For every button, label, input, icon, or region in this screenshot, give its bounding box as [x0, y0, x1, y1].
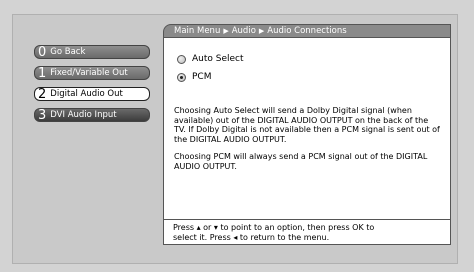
- option-label: PCM: [192, 72, 212, 82]
- option-pcm[interactable]: PCM: [177, 70, 211, 84]
- description-paragraph: Choosing Auto Select will send a Dolby D…: [174, 106, 440, 144]
- menu-item-fixed-variable-out[interactable]: 1 Fixed/Variable Out: [34, 66, 150, 80]
- content-panel: Auto Select PCM Choosing Auto Select wil…: [163, 37, 451, 245]
- option-label: Auto Select: [192, 54, 244, 64]
- breadcrumb-item: Main Menu: [174, 26, 221, 36]
- menu-item-number: 2: [38, 87, 47, 101]
- menu-item-number: 1: [38, 66, 47, 80]
- breadcrumb-item: Audio: [231, 26, 256, 36]
- option-auto-select[interactable]: Auto Select: [177, 52, 244, 66]
- menu-item-label: DVI Audio Input: [50, 110, 117, 120]
- menu-item-label: Go Back: [50, 47, 86, 57]
- description: Choosing Auto Select will send a Dolby D…: [174, 106, 442, 180]
- breadcrumb-item: Audio Connections: [267, 26, 347, 36]
- breadcrumb: Main Menu ▶ Audio ▶ Audio Connections: [163, 24, 451, 38]
- menu-item-number: 3: [38, 108, 47, 122]
- description-paragraph: Choosing PCM will always send a PCM sign…: [174, 152, 428, 171]
- breadcrumb-separator-icon: ▶: [223, 27, 229, 35]
- menu-item-label: Digital Audio Out: [50, 89, 123, 99]
- menu-item-dvi-audio-input[interactable]: 3 DVI Audio Input: [34, 108, 150, 122]
- radio-icon: [177, 54, 186, 64]
- menu-item-label: Fixed/Variable Out: [50, 68, 128, 78]
- help-line: Press ▴ or ▾ to point to an option, then…: [173, 223, 375, 232]
- menu-item-digital-audio-out[interactable]: 2 Digital Audio Out: [34, 87, 150, 101]
- help-line: select it. Press ◂ to return to the menu…: [173, 232, 330, 242]
- radio-selected-icon: [177, 72, 186, 82]
- menu-item-go-back[interactable]: 0 Go Back: [34, 45, 150, 59]
- help-text: Press ▴ or ▾ to point to an option, then…: [163, 219, 451, 245]
- menu-item-number: 0: [38, 45, 47, 59]
- breadcrumb-separator-icon: ▶: [258, 27, 265, 35]
